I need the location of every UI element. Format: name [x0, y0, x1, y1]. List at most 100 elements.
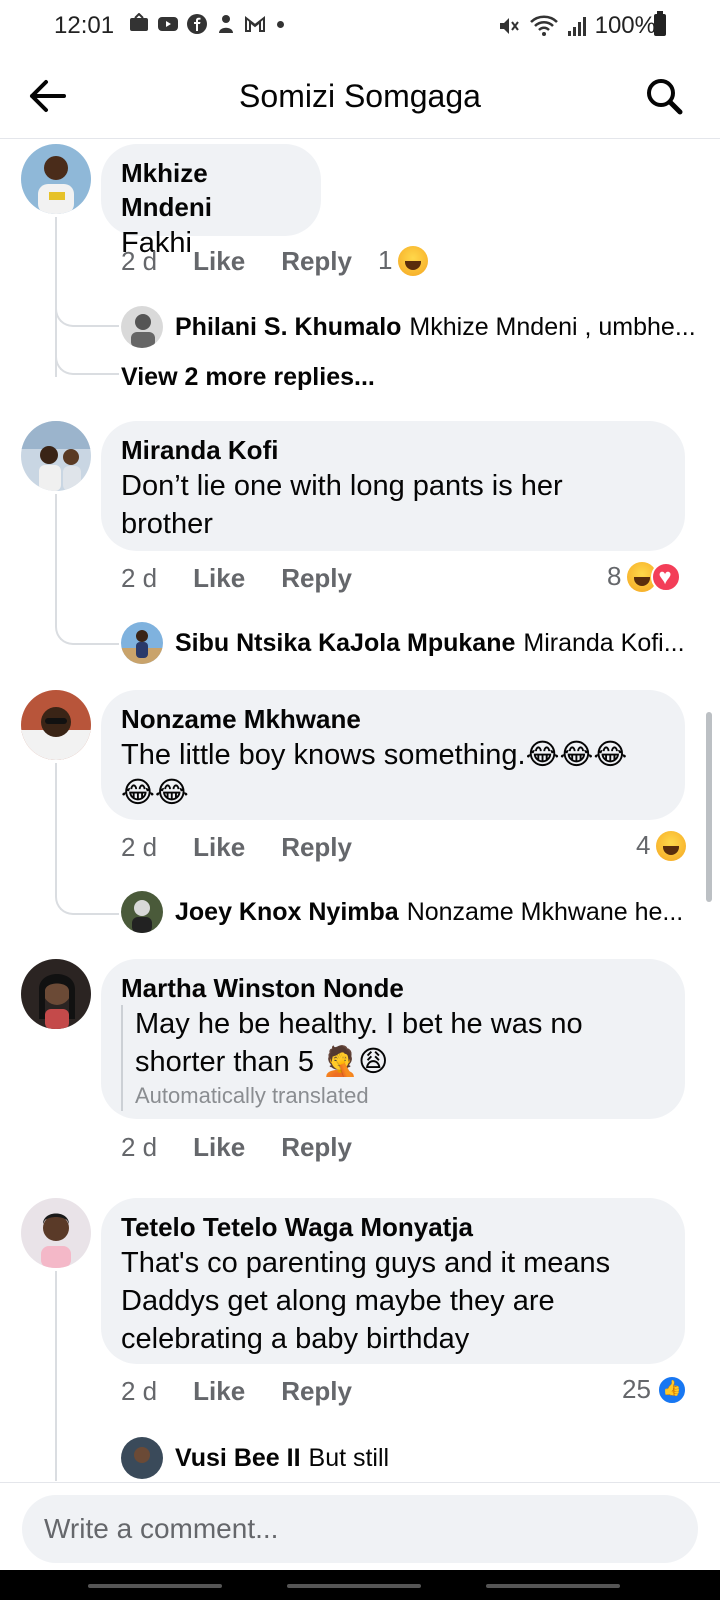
comment-time[interactable]: 2 d — [121, 246, 157, 277]
avatar[interactable] — [21, 690, 91, 760]
comment-actions: 2 d Like Reply — [121, 246, 352, 277]
avatar — [121, 1437, 163, 1479]
reaction-summary[interactable]: 1 — [378, 245, 429, 276]
translated-block: May he be healthy. I bet he was no short… — [121, 1005, 665, 1111]
comment-bubble[interactable]: Miranda Kofi Don’t lie one with long pan… — [101, 421, 685, 551]
comment-author[interactable]: Mkhize Mndeni — [121, 156, 301, 224]
like-button[interactable]: Like — [193, 832, 245, 863]
comments-feed[interactable]: Mkhize Mndeni Fakhi 2 d Like Reply 1 Phi… — [0, 139, 720, 1481]
comment-text-line: shorter than 5 🤦😩 — [135, 1046, 389, 1078]
reply-button[interactable]: Reply — [281, 832, 352, 863]
reply-button[interactable]: Reply — [281, 1132, 352, 1163]
reply-author: Joey Knox Nyimba — [175, 897, 399, 926]
back-button[interactable] — [24, 74, 72, 118]
scrollbar[interactable] — [706, 712, 712, 902]
comment-text-line: That's co parenting guys and it means — [121, 1247, 611, 1279]
comment-bubble[interactable]: Nonzame Mkhwane The little boy knows som… — [101, 690, 685, 820]
comment-text-line: brother — [121, 508, 213, 540]
like-reaction-icon — [656, 1374, 687, 1405]
avatar — [121, 622, 163, 664]
nav-home-handle[interactable] — [287, 1584, 421, 1588]
page-title: Somizi Somgaga — [239, 78, 481, 114]
avatar[interactable] — [21, 144, 91, 214]
search-button[interactable] — [640, 74, 688, 118]
reaction-summary[interactable]: 4 — [636, 830, 687, 861]
avatar[interactable] — [21, 1198, 91, 1268]
comment-text-line: The little boy knows something.😂😂😂 — [121, 739, 628, 771]
comment-author[interactable]: Martha Winston Nonde — [121, 971, 665, 1005]
mute-icon — [499, 18, 519, 34]
comment-author[interactable]: Nonzame Mkhwane — [121, 702, 665, 736]
haha-reaction-icon — [656, 830, 687, 861]
battery-percent: 100% — [594, 12, 656, 39]
notification-icons — [128, 13, 284, 35]
reply-author: Sibu Ntsika KaJola Mpukane — [175, 628, 516, 657]
nav-back-handle[interactable] — [486, 1584, 620, 1588]
gmail-icon — [245, 15, 265, 32]
comment-text-line: May he be healthy. I bet he was no — [135, 1008, 583, 1040]
nav-recents-handle[interactable] — [88, 1584, 222, 1588]
thread-connector — [55, 609, 119, 645]
comment-actions: 2 d Like Reply — [121, 1132, 352, 1163]
comment-time[interactable]: 2 d — [121, 563, 157, 594]
battery-icon — [654, 11, 666, 36]
reaction-count: 25 — [622, 1374, 651, 1404]
comment-author[interactable]: Miranda Kofi — [121, 433, 665, 467]
system-nav-bar — [0, 1570, 720, 1600]
like-button[interactable]: Like — [193, 1376, 245, 1407]
like-button[interactable]: Like — [193, 563, 245, 594]
comment-time[interactable]: 2 d — [121, 1376, 157, 1407]
reply-button[interactable]: Reply — [281, 563, 352, 594]
reply-button[interactable]: Reply — [281, 1376, 352, 1407]
comment-time[interactable]: 2 d — [121, 1132, 157, 1163]
back-arrow-icon — [30, 80, 66, 112]
comment-text-line: celebrating a baby birthday — [121, 1323, 470, 1355]
thread-line — [55, 494, 57, 624]
comment-time[interactable]: 2 d — [121, 832, 157, 863]
thread-connector — [55, 879, 119, 915]
avatar — [121, 306, 163, 348]
comment-actions: 2 d Like Reply — [121, 563, 352, 594]
app-icon — [219, 15, 233, 33]
like-button[interactable]: Like — [193, 1132, 245, 1163]
thread-line — [55, 763, 57, 893]
reply-author: Philani S. Khumalo — [175, 312, 402, 341]
reply-preview[interactable]: Philani S. Khumalo Mkhize Mndeni , umbhe… — [121, 306, 696, 348]
comment-bubble[interactable]: Martha Winston Nonde May he be healthy. … — [101, 959, 685, 1119]
comment-author[interactable]: Tetelo Tetelo Waga Monyatja — [121, 1210, 665, 1244]
status-right: 100% — [497, 12, 656, 40]
reaction-summary[interactable]: 25 — [622, 1374, 687, 1405]
auto-translated-label[interactable]: Automatically translated — [135, 1081, 665, 1111]
comment-bubble[interactable]: Mkhize Mndeni Fakhi — [101, 144, 321, 259]
comment-bubble[interactable]: Tetelo Tetelo Waga Monyatja That's co pa… — [101, 1198, 685, 1364]
reaction-count: 1 — [378, 245, 393, 275]
reply-text: Mkhize Mndeni , umbhe... — [409, 312, 696, 341]
comment-text-line: Daddys get along maybe they are — [121, 1285, 555, 1317]
reply-preview[interactable]: Sibu Ntsika KaJola Mpukane Miranda Kofi.… — [121, 622, 685, 664]
reaction-count: 4 — [636, 830, 651, 860]
comment-text-line: 😂😂 — [121, 777, 189, 809]
reply-preview[interactable]: Joey Knox Nyimba Nonzame Mkhwane he... — [121, 891, 683, 933]
thread-connector — [55, 339, 119, 375]
signal-icon — [567, 17, 586, 36]
reply-text: But still — [308, 1443, 390, 1472]
facebook-icon — [187, 14, 207, 34]
reply-preview[interactable]: Vusi Bee II But still — [121, 1437, 389, 1479]
thread-connector — [55, 291, 119, 327]
comment-input[interactable]: Write a comment... — [22, 1495, 698, 1563]
haha-reaction-icon — [398, 245, 429, 276]
reply-author: Vusi Bee II — [175, 1443, 301, 1472]
reply-text: Nonzame Mkhwane he... — [406, 897, 684, 926]
reaction-summary[interactable]: 8 — [607, 561, 682, 592]
thread-line — [55, 1271, 57, 1481]
love-reaction-icon — [651, 561, 682, 592]
view-more-replies-link[interactable]: View 2 more replies... — [121, 363, 375, 392]
avatar[interactable] — [21, 421, 91, 491]
status-time: 12:01 — [54, 12, 115, 39]
header: Somizi Somgaga — [0, 60, 720, 132]
like-button[interactable]: Like — [193, 246, 245, 277]
reply-button[interactable]: Reply — [281, 246, 352, 277]
reaction-count: 8 — [607, 561, 622, 591]
avatar[interactable] — [21, 959, 91, 1029]
more-notifications-dot — [277, 20, 284, 28]
